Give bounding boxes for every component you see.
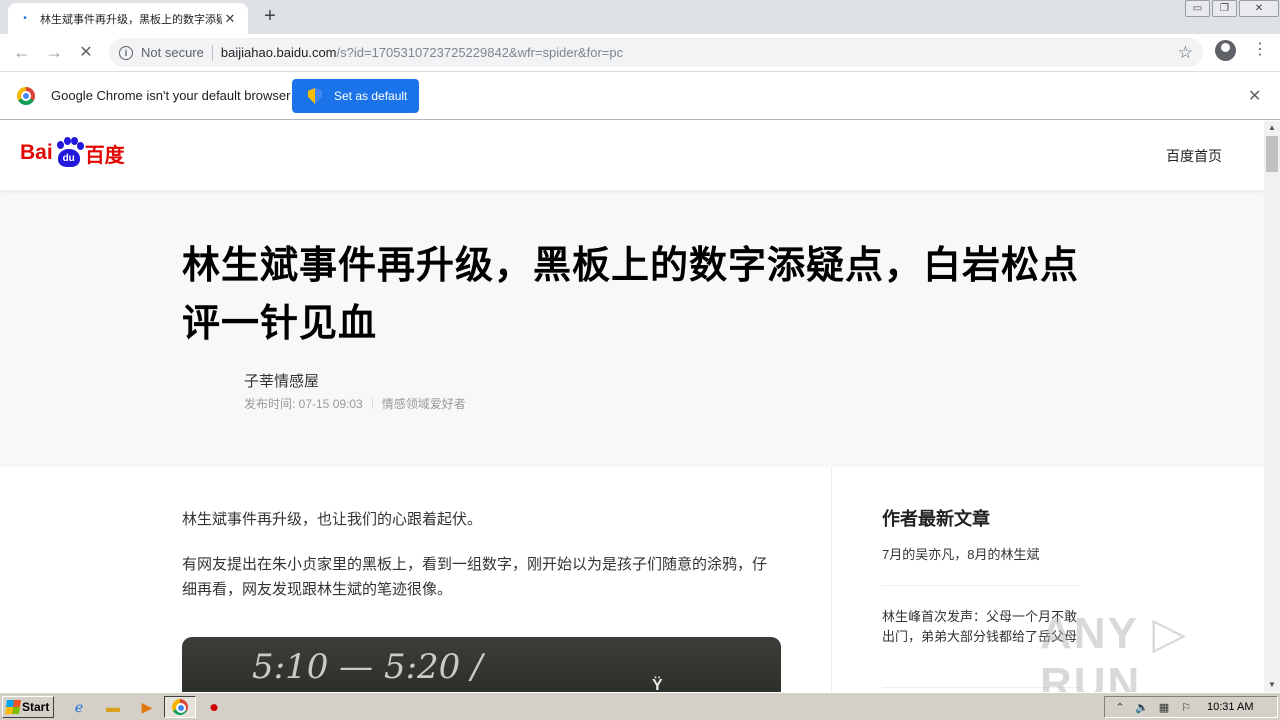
bookmark-star-icon[interactable]: ☆ (1178, 43, 1193, 63)
image-logo: Ÿ (652, 677, 663, 692)
logo-bai: Bai (20, 141, 53, 164)
loading-icon: • (23, 13, 27, 24)
system-tray: ⌃ 🔈 ▦ ⚐ 10:31 AM (1104, 696, 1278, 718)
scroll-up-icon[interactable]: ▲ (1264, 121, 1280, 135)
window-controls: ▭ ❐ ✕ (1183, 0, 1279, 18)
close-window-button[interactable]: ✕ (1239, 0, 1279, 17)
address-bar[interactable]: i Not secure baijiahao.baidu.com/s?id=17… (109, 38, 1203, 67)
tab-title: 林生斌事件再升级，黑板上的数字添疑点 (40, 13, 222, 26)
browser-tab[interactable]: • 林生斌事件再升级，黑板上的数字添疑点 ✕ (8, 3, 248, 34)
ie-icon[interactable]: ℯ (70, 698, 88, 716)
media-player-icon[interactable]: ▶ (138, 698, 156, 716)
default-browser-infobar: Google Chrome isn't your default browser… (0, 71, 1280, 120)
sidebar-divider (882, 585, 1080, 586)
article-image: 5:10 — 5:20 / Ÿ (182, 637, 781, 692)
sidebar-title: 作者最新文章 (882, 509, 990, 529)
sidebar-article-link[interactable]: 7月的吴亦凡，8月的林生斌 (882, 545, 1080, 565)
antivirus-icon[interactable]: ⏺ (205, 698, 223, 716)
menu-dots-icon[interactable]: ⋮ (1252, 41, 1268, 59)
baidu-home-link[interactable]: 百度首页 (1166, 146, 1222, 166)
browser-toolbar: ← → ✕ i Not secure baijiahao.baidu.com/s… (0, 34, 1280, 71)
security-label[interactable]: Not secure (141, 45, 204, 60)
scroll-down-icon[interactable]: ▼ (1264, 678, 1280, 692)
author-tag: 情感领域爱好者 (381, 397, 466, 411)
web-page: Bai du 百度 百度首页 林生斌事件再升级，黑板上的数字添疑点，白岩松点评一… (0, 121, 1264, 692)
restore-button[interactable]: ❐ (1212, 0, 1237, 17)
volume-icon[interactable]: 🔈 (1135, 701, 1149, 714)
tab-strip: • 林生斌事件再升级，黑板上的数字添疑点 ✕ + ▭ ❐ ✕ (0, 0, 1280, 34)
set-as-default-label: Set as default (334, 89, 408, 103)
article-paragraph: 林生斌事件再升级，也让我们的心跟着起伏。 (182, 511, 483, 528)
paw-icon: du (54, 137, 84, 169)
logo-cn: 百度 (84, 144, 125, 167)
author-name[interactable]: 子莘情感屋 (244, 370, 319, 391)
forward-icon[interactable]: → (42, 40, 66, 64)
chalk-writing: 5:10 — 5:20 / (252, 647, 483, 687)
windows-taskbar: Start ℯ ▬ ▶ ⏺ ⌃ 🔈 ▦ ⚐ 10:31 AM (0, 692, 1280, 720)
back-icon[interactable]: ← (10, 40, 34, 64)
info-icon[interactable]: i (119, 45, 133, 60)
infobar-message: Google Chrome isn't your default browser (51, 88, 291, 103)
network-icon[interactable]: ▦ (1157, 701, 1171, 714)
folder-icon[interactable]: ▬ (104, 698, 122, 716)
article-meta: 发布时间: 07-15 09:03 情感领域爱好者 (244, 395, 466, 412)
action-center-flag-icon[interactable]: ⚐ (1179, 701, 1193, 714)
logo-du: du (57, 149, 80, 167)
stop-loading-icon[interactable]: ✕ (74, 40, 98, 64)
chrome-taskbar-icon (172, 699, 188, 715)
url-host[interactable]: baijiahao.baidu.com (221, 45, 337, 60)
anyrun-watermark: ANY ▷ RUN (1040, 609, 1189, 692)
publish-time: 发布时间: 07-15 09:03 (244, 397, 363, 411)
chrome-taskbar-button[interactable] (164, 696, 196, 718)
site-header: Bai du 百度 百度首页 (0, 121, 1264, 190)
article-paragraph: 有网友提出在朱小贞家里的黑板上，看到一组数字，刚开始以为是孩子们随意的涂鸦，仔细… (182, 556, 768, 598)
windows-flag-icon (5, 700, 21, 714)
url-path[interactable]: /s?id=1705310723725229842&wfr=spider&for… (337, 45, 624, 60)
clock[interactable]: 10:31 AM (1207, 701, 1253, 713)
shield-icon (308, 88, 322, 104)
chrome-logo-icon (17, 87, 35, 105)
page-scrollbar[interactable]: ▲ ▼ (1264, 121, 1280, 692)
minimize-button[interactable]: ▭ (1185, 0, 1210, 17)
tab-close-icon[interactable]: ✕ (222, 11, 238, 27)
new-tab-button[interactable]: + (259, 5, 281, 27)
url-separator (211, 44, 213, 61)
article-title: 林生斌事件再升级，黑板上的数字添疑点，白岩松点评一针见血 (182, 245, 1080, 345)
meta-separator (371, 397, 373, 409)
article-header: 林生斌事件再升级，黑板上的数字添疑点，白岩松点评一针见血 子莘情感屋 发布时间:… (0, 190, 1264, 467)
set-as-default-button[interactable]: Set as default (292, 79, 419, 113)
column-divider (831, 467, 832, 692)
tray-expand-icon[interactable]: ⌃ (1113, 701, 1127, 714)
start-button[interactable]: Start (2, 696, 54, 718)
baidu-logo[interactable]: Bai du 百度 (20, 137, 125, 169)
start-label: Start (22, 700, 50, 714)
profile-avatar-icon[interactable] (1215, 40, 1236, 61)
scroll-thumb[interactable] (1266, 136, 1278, 172)
infobar-close-icon[interactable]: ✕ (1248, 86, 1261, 106)
